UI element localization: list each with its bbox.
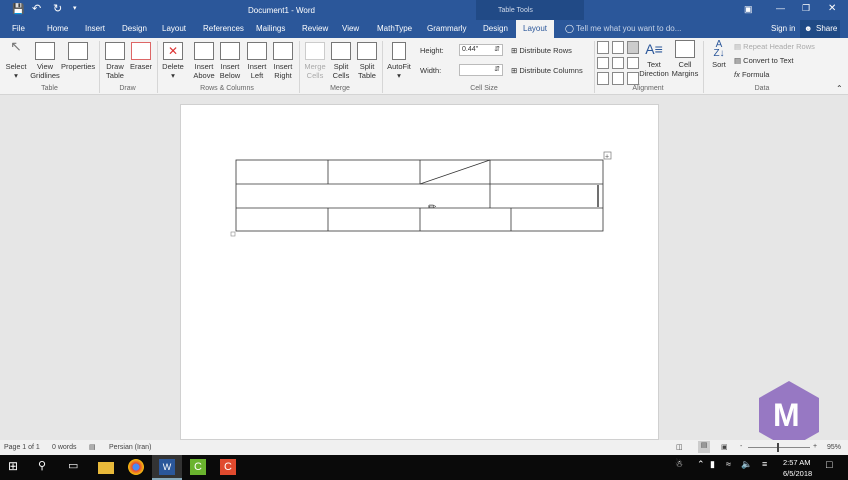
svg-text:+: + <box>605 154 609 161</box>
svg-text:M: M <box>773 397 800 433</box>
camtasia-green-icon[interactable]: C <box>190 459 206 475</box>
language-indicator-icon[interactable]: ≡ <box>762 459 778 475</box>
page-count[interactable]: Page 1 of 1 <box>4 444 40 451</box>
table-border <box>235 159 604 232</box>
zoom-out-button[interactable]: - <box>740 443 742 450</box>
file-explorer-icon[interactable] <box>98 462 114 474</box>
zoom-slider[interactable] <box>748 447 810 448</box>
people-icon[interactable]: ☃ <box>675 459 691 475</box>
language[interactable]: Persian (Iran) <box>109 444 151 451</box>
volume-icon[interactable]: 🔈 <box>741 459 757 475</box>
web-layout-icon[interactable]: ▣ <box>721 443 728 451</box>
watermark-logo: M <box>759 381 819 440</box>
windows-start-icon[interactable]: ⊞ <box>8 459 24 475</box>
action-center-icon[interactable]: □ <box>826 459 842 475</box>
search-icon[interactable]: ⚲ <box>38 459 54 475</box>
zoom-slider-thumb[interactable] <box>777 443 779 452</box>
task-view-icon[interactable]: ▭ <box>68 459 84 475</box>
clock-date[interactable]: 6/5/2018 <box>783 469 812 478</box>
network-icon[interactable]: ≈ <box>726 459 742 475</box>
read-mode-icon[interactable]: ◫ <box>676 443 683 451</box>
word-count[interactable]: 0 words <box>52 444 77 451</box>
status-bar: Page 1 of 1 0 words ▤ Persian (Iran) ◫ ▤… <box>0 440 848 455</box>
chrome-icon[interactable] <box>128 459 144 475</box>
pencil-cursor-icon: ✏ <box>428 202 437 213</box>
camtasia-red-icon[interactable]: C <box>220 459 236 475</box>
taskbar: ⊞ ⚲ ▭ W C C ☃ ⌃ ▮ ≈ 🔈 ≡ 2:57 AM 6/5/2018… <box>0 455 848 480</box>
table[interactable]: + ✏ M <box>0 0 848 440</box>
clock-time[interactable]: 2:57 AM <box>783 458 811 467</box>
word-icon[interactable]: W <box>159 459 175 475</box>
zoom-in-button[interactable]: + <box>813 443 817 450</box>
print-layout-icon[interactable]: ▤ <box>698 441 710 453</box>
battery-icon[interactable]: ▮ <box>710 459 726 475</box>
table-resize-handle[interactable] <box>230 231 236 237</box>
diagonal-cell-border <box>419 159 491 185</box>
zoom-level[interactable]: 95% <box>827 444 841 451</box>
proofing-icon[interactable]: ▤ <box>89 443 96 451</box>
